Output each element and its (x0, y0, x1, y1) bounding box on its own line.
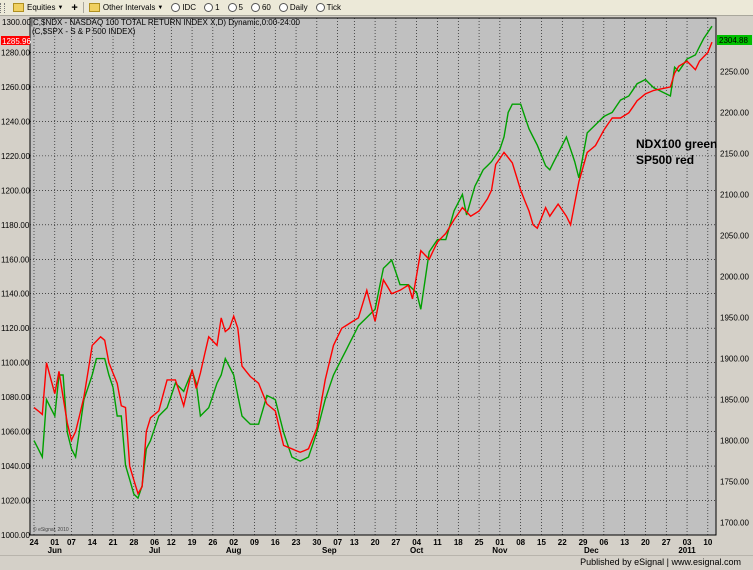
x-axis-month-label: Nov (492, 546, 508, 555)
interval-tick-button[interactable]: Tick (312, 1, 345, 14)
x-axis-month-label: Oct (410, 546, 424, 555)
left-axis-tick-label: 1220.00 (1, 152, 30, 161)
right-axis-tick-label: 2100.00 (720, 190, 749, 199)
interval-5-button[interactable]: 5 (224, 1, 247, 14)
x-axis-month-label: Jul (149, 546, 161, 555)
annotation-line-2: SP500 red (636, 153, 694, 167)
x-axis-tick-label: 25 (475, 538, 484, 547)
x-axis-tick-label: 24 (30, 538, 39, 547)
left-axis-tick-label: 1100.00 (1, 359, 30, 368)
right-axis: 1700.00 1750.00 1800.00 1850.00 1900.00 1950.… (720, 67, 749, 527)
symbol-list-dropdown[interactable]: Equities ▼ (9, 1, 67, 14)
chart-toolbar: Equities ▼ + Other Intervals ▼ IDC 1 5 60 … (0, 0, 753, 16)
left-axis-tick-label: 1040.00 (1, 462, 30, 471)
x-axis-tick-label: 19 (188, 538, 197, 547)
x-axis: 24 01 07 14 21 28 06 12 19 26 02 09 16 23 30 07 13 20 27 04… (30, 538, 713, 555)
chart-header-line2: (C,$SPX - S & P 500 INDEX) (32, 27, 136, 36)
left-axis-tick-label: 1160.00 (1, 255, 30, 264)
x-axis-tick-label: 30 (312, 538, 321, 547)
x-axis-tick-label: 22 (558, 538, 567, 547)
right-axis-tick-label: 2000.00 (720, 273, 749, 282)
x-axis-tick-label: 20 (371, 538, 380, 547)
price-chart[interactable]: 1000.00 1020.00 1040.00 1060.00 1080.00 1100.… (0, 16, 753, 555)
left-axis-tick-label: 1180.00 (1, 221, 30, 230)
right-axis-tick-label: 1700.00 (720, 519, 749, 528)
left-axis-tick-label: 1120.00 (1, 324, 30, 333)
folder-icon (13, 3, 24, 12)
left-axis-tick-label: 1280.00 (1, 48, 30, 57)
x-axis-month-label: Aug (226, 546, 242, 555)
left-axis-tick-label: 1060.00 (1, 428, 30, 437)
left-axis-tick-label: 1260.00 (1, 83, 30, 92)
interval-daily-button[interactable]: Daily (275, 1, 312, 14)
left-axis-tick-label: 1020.00 (1, 497, 30, 506)
x-axis-month-label: Dec (584, 546, 599, 555)
plot-area (29, 17, 717, 536)
x-axis-tick-label: 20 (641, 538, 650, 547)
annotation-line-1: NDX100 green (636, 137, 717, 151)
x-axis-tick-label: 21 (109, 538, 118, 547)
x-axis-tick-label: 26 (208, 538, 217, 547)
chart-header-line1: 1300.00|C,$NDX - NASDAQ 100 TOTAL RETURN… (2, 18, 300, 27)
esignal-watermark: © eSignal, 2010 (33, 526, 69, 533)
right-axis-tick-label: 1750.00 (720, 478, 749, 487)
toolbar-separator (82, 2, 84, 13)
x-axis-tick-label: 07 (67, 538, 76, 547)
right-axis-tick-label: 1800.00 (720, 437, 749, 446)
x-axis-tick-label: 15 (537, 538, 546, 547)
right-axis-tick-label: 2250.00 (720, 67, 749, 76)
x-axis-tick-label: 18 (454, 538, 463, 547)
x-axis-month-label: 2011 (678, 546, 696, 555)
ndx-last-value-label: 2304.88 (719, 36, 748, 45)
left-axis-tick-label: 1240.00 (1, 117, 30, 126)
clock-icon (315, 3, 325, 12)
left-axis-tick-label: 1000.00 (1, 531, 30, 540)
x-axis-tick-label: 12 (167, 538, 176, 547)
folder-icon (88, 3, 100, 12)
x-axis-tick-label: 08 (516, 538, 525, 547)
chevron-down-icon: ▼ (157, 4, 164, 11)
clock-icon (250, 3, 260, 12)
status-footer: Published by eSignal | www.esignal.com (0, 555, 753, 570)
right-axis-tick-label: 2050.00 (720, 231, 749, 240)
other-intervals-dropdown[interactable]: Other Intervals ▼ (85, 1, 167, 14)
x-axis-tick-label: 23 (292, 538, 301, 547)
x-axis-tick-label: 06 (599, 538, 608, 547)
left-axis-tick-label: 1200.00 (1, 186, 30, 195)
right-axis-tick-label: 1850.00 (720, 396, 749, 405)
clock-icon (204, 3, 214, 12)
clock-icon (227, 3, 237, 12)
left-axis-tick-label: 1080.00 (1, 393, 30, 402)
interval-60-button[interactable]: 60 (247, 1, 275, 14)
published-by-text: Published by eSignal | www.esignal.com (580, 557, 741, 567)
toolbar-grip-icon[interactable] (0, 2, 5, 13)
right-axis-tick-label: 2150.00 (720, 149, 749, 158)
right-axis-tick-label: 1950.00 (720, 314, 749, 323)
clock-icon (171, 3, 181, 12)
x-axis-tick-label: 16 (271, 538, 280, 547)
x-axis-month-label: Jun (48, 546, 62, 555)
add-symbol-button[interactable]: + (67, 1, 81, 14)
x-axis-tick-label: 11 (433, 538, 442, 547)
spx-last-value-label: 1285.96 (2, 37, 31, 46)
x-axis-tick-label: 27 (662, 538, 671, 547)
x-axis-tick-label: 27 (391, 538, 400, 547)
x-axis-tick-label: 10 (703, 538, 712, 547)
clock-icon (278, 3, 288, 12)
left-axis-tick-label: 1140.00 (1, 290, 30, 299)
x-axis-tick-label: 28 (129, 538, 138, 547)
x-axis-month-label: Sep (322, 546, 337, 555)
x-axis-tick-label: 13 (350, 538, 359, 547)
x-axis-tick-label: 09 (250, 538, 259, 547)
chevron-down-icon: ▼ (57, 4, 64, 11)
interval-idc-button[interactable]: IDC (167, 1, 200, 14)
x-axis-tick-label: 13 (620, 538, 629, 547)
right-axis-tick-label: 1900.00 (720, 355, 749, 364)
x-axis-tick-label: 14 (88, 538, 97, 547)
interval-1-button[interactable]: 1 (200, 1, 223, 14)
left-axis: 1000.00 1020.00 1040.00 1060.00 1080.00 1100.… (1, 48, 30, 540)
right-axis-tick-label: 2200.00 (720, 108, 749, 117)
